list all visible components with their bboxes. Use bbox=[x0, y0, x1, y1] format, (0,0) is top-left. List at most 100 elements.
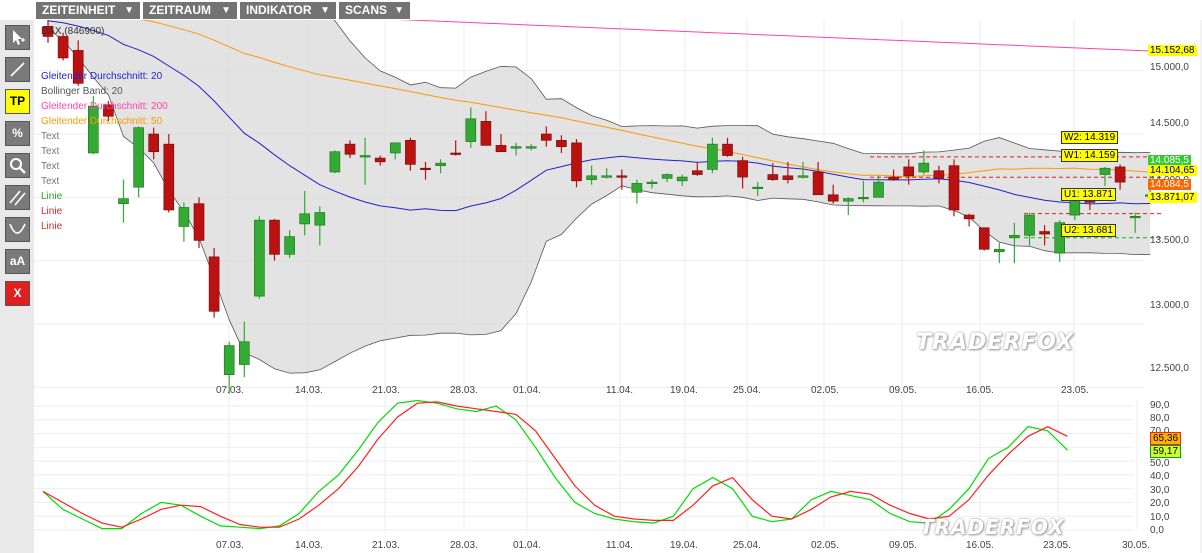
line-icon bbox=[10, 62, 25, 77]
candle-body bbox=[178, 207, 190, 227]
menu-zeitraum[interactable]: ZEITRAUM ▼ bbox=[143, 2, 237, 19]
x-tick-label: 01.04. bbox=[513, 385, 541, 396]
y-tick-label: 15.000,0 bbox=[1150, 62, 1189, 73]
x-tick-label: 28.03. bbox=[450, 540, 478, 551]
candle-body bbox=[495, 145, 507, 153]
legend-item-line-red[interactable]: Linie bbox=[41, 206, 62, 217]
legend-item-text[interactable]: Text bbox=[41, 146, 59, 157]
candle-body bbox=[737, 160, 748, 178]
cursor-tool[interactable] bbox=[5, 25, 30, 50]
legend-item-line-green[interactable]: Linie bbox=[41, 191, 62, 202]
price-tag-last: 14.084,5 bbox=[1148, 179, 1191, 190]
x-tick-label: 21.03. bbox=[372, 540, 400, 551]
x-tick-label: 25.04. bbox=[733, 540, 761, 551]
candle-body bbox=[571, 142, 582, 182]
watermark-logo: TRADERFOX bbox=[920, 515, 1065, 539]
candle-body bbox=[722, 143, 733, 156]
level-label-w1[interactable]: W1: 14.159 bbox=[1061, 149, 1119, 162]
candle-body bbox=[269, 219, 280, 255]
instrument-label: DAX (846900) bbox=[41, 26, 105, 37]
legend-item-text[interactable]: Text bbox=[41, 161, 59, 172]
menu-zeiteinheit[interactable]: ZEITEINHEIT ▼ bbox=[36, 2, 140, 19]
candle-body bbox=[631, 183, 643, 193]
candle-body bbox=[133, 127, 144, 188]
x-tick-label: 07.03. bbox=[216, 540, 244, 551]
y-tick-label: 50,0 bbox=[1150, 458, 1170, 469]
magnifier-icon bbox=[10, 158, 26, 174]
x-tick-label: 19.04. bbox=[670, 385, 698, 396]
candle-body bbox=[450, 152, 462, 155]
price-tag-sma50: 14.104,65 bbox=[1148, 165, 1197, 176]
candle-body bbox=[888, 176, 899, 180]
x-tick-label: 14.03. bbox=[295, 540, 323, 551]
y-tick-label: 10,0 bbox=[1150, 512, 1170, 523]
candle-body bbox=[344, 143, 356, 155]
x-tick-label: 14.03. bbox=[295, 385, 323, 396]
candle-body bbox=[374, 157, 386, 163]
x-tick-label: 11.04. bbox=[606, 385, 634, 396]
channel-tool[interactable] bbox=[5, 185, 30, 210]
candle-body bbox=[556, 140, 567, 147]
candle-body bbox=[903, 166, 915, 177]
candle-body bbox=[193, 203, 205, 241]
candle-body bbox=[329, 151, 341, 173]
candle-body bbox=[118, 198, 129, 204]
menu-zeiteinheit-label: ZEITEINHEIT bbox=[42, 3, 116, 17]
candle-body bbox=[1009, 235, 1020, 239]
percent-tool-label: % bbox=[12, 126, 23, 140]
menu-indikator[interactable]: INDIKATOR ▼ bbox=[240, 2, 336, 19]
candle-body bbox=[1129, 216, 1141, 219]
drawing-toolbar: TP % aA X bbox=[0, 20, 34, 553]
legend-item-sma200[interactable]: Gleitender Durchschnitt: 200 bbox=[41, 101, 168, 112]
chevron-down-icon: ▼ bbox=[394, 5, 404, 16]
line-tool[interactable] bbox=[5, 57, 30, 82]
legend-item-text[interactable]: Text bbox=[41, 176, 59, 187]
candle-body bbox=[676, 176, 688, 182]
delete-tool[interactable]: X bbox=[5, 281, 30, 306]
arc-icon bbox=[9, 223, 26, 234]
level-label-w2[interactable]: W2: 14.319 bbox=[1061, 131, 1119, 144]
x-tick-label: 28.03. bbox=[450, 385, 478, 396]
candle-body bbox=[435, 162, 446, 166]
menu-zeitraum-label: ZEITRAUM bbox=[149, 3, 211, 17]
y-tick-label: 80,0 bbox=[1150, 413, 1170, 424]
menu-scans-label: SCANS bbox=[345, 3, 388, 17]
menu-indikator-label: INDIKATOR bbox=[246, 3, 312, 17]
candle-body bbox=[646, 181, 658, 184]
candle-body bbox=[661, 174, 673, 179]
x-tick-label: 23.05. bbox=[1043, 540, 1071, 551]
candle-body bbox=[842, 198, 854, 202]
x-tick-label: 16.05. bbox=[966, 385, 994, 396]
x-tick-label: 02.05. bbox=[811, 540, 839, 551]
tp-tool-label: TP bbox=[9, 94, 26, 108]
zoom-tool[interactable] bbox=[5, 153, 30, 178]
legend-item-line-red[interactable]: Linie bbox=[41, 221, 62, 232]
x-tick-label: 09.05. bbox=[889, 385, 917, 396]
text-tool[interactable]: aA bbox=[5, 249, 30, 274]
x-tick-label: 25.04. bbox=[733, 385, 761, 396]
y-tick-label: 0,0 bbox=[1150, 525, 1164, 536]
tp-tool[interactable]: TP bbox=[5, 89, 30, 114]
oscillator-tag-green: 59,17 bbox=[1150, 445, 1182, 458]
candle-body bbox=[707, 143, 718, 170]
level-label-u1[interactable]: U1: 13.871 bbox=[1061, 188, 1116, 201]
y-tick-label: 13.000,0 bbox=[1150, 300, 1189, 311]
legend-item-bollinger[interactable]: Bollinger Band: 20 bbox=[41, 86, 123, 97]
candle-body bbox=[284, 236, 295, 255]
candle-body bbox=[420, 167, 431, 170]
legend-item-sma50[interactable]: Gleitender Durchschnitt: 50 bbox=[41, 116, 162, 127]
menu-scans[interactable]: SCANS ▼ bbox=[339, 2, 410, 19]
candle-body bbox=[963, 214, 975, 220]
arc-tool[interactable] bbox=[5, 217, 30, 242]
candle-body bbox=[812, 171, 824, 196]
chevron-down-icon: ▼ bbox=[221, 5, 231, 16]
x-tick-label: 01.04. bbox=[513, 540, 541, 551]
candle-body bbox=[1114, 166, 1126, 183]
legend-item-text[interactable]: Text bbox=[41, 131, 59, 142]
percent-tool[interactable]: % bbox=[5, 121, 30, 146]
level-label-u2[interactable]: U2: 13.681 bbox=[1061, 224, 1116, 237]
candle-body bbox=[873, 181, 884, 198]
legend-item-sma20[interactable]: Gleitender Durchschnitt: 20 bbox=[41, 71, 162, 82]
x-tick-label: 11.04. bbox=[606, 540, 634, 551]
candle-body bbox=[405, 140, 416, 165]
